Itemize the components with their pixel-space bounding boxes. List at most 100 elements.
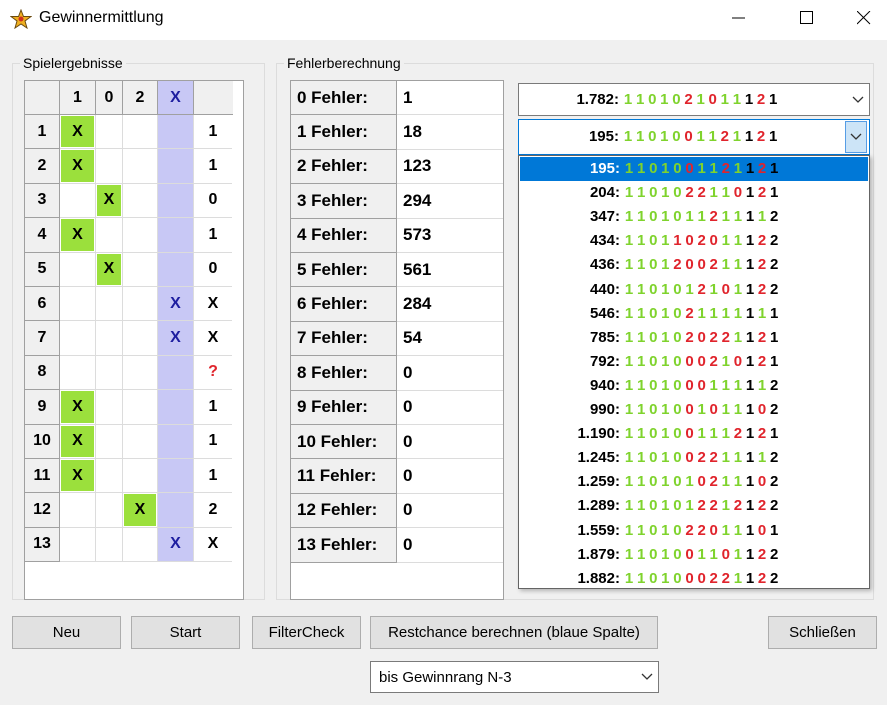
start-button[interactable]: Start	[131, 616, 240, 649]
dropdown-item[interactable]: 546: 1 1 0 1 0 2 1 1 1 1 1 1 1	[520, 302, 868, 326]
tipp-cell[interactable]	[60, 527, 96, 563]
tipp-cell[interactable]	[96, 115, 123, 150]
tipp-cell[interactable]	[158, 390, 194, 425]
dropdown-item[interactable]: 204: 1 1 0 1 0 2 2 1 1 0 1 2 1	[520, 181, 868, 205]
fehler-grid[interactable]: 0 Fehler: 1 1 Fehler: 18 2 Fehler: 123 3 Fehle…	[290, 80, 504, 600]
dropdown-item[interactable]: 347: 1 1 0 1 0 1 1 2 1 1 1 1 2	[520, 205, 868, 229]
tipp-cell[interactable]	[123, 218, 158, 253]
tipp-cell[interactable]	[158, 424, 194, 459]
tipp-cell[interactable]	[60, 493, 96, 528]
dropdown-item[interactable]: 990: 1 1 0 1 0 0 1 0 1 1 1 0 2	[520, 398, 868, 422]
tipp-cell[interactable]	[158, 252, 194, 287]
dropdown-item-digits: 1101022110121	[623, 184, 780, 201]
tipp-cell[interactable]	[96, 218, 123, 253]
tipp-cell[interactable]	[158, 115, 194, 150]
spielergebnisse-grid[interactable]: 1 0 2 X 1 X 1 2 X 1 3 X 0 4 X 1 5 X 0 6 X X 7 X X 8? 9 X 1 10 X 1 11 X 1 12…	[24, 80, 244, 600]
tipp-dropdown-list[interactable]: 195: 1 1 0 1 0 0 1 1 2 1 1 2 1 204: 1 1 0 1 0 2 2 1 1 0 1 2 1 347: 1 1…	[518, 155, 870, 589]
tipp-digit: 1	[733, 280, 743, 298]
app-star-icon	[10, 9, 32, 29]
tipp-cell[interactable]: X	[60, 115, 96, 150]
tipp-cell[interactable]	[60, 287, 96, 322]
tipp-cell[interactable]: X	[60, 149, 96, 184]
chevron-down-icon[interactable]	[636, 662, 658, 692]
dropdown-item[interactable]: 785: 1 1 0 1 0 2 0 2 2 1 1 2 1	[520, 326, 868, 350]
tipp-cell[interactable]: X	[60, 424, 96, 459]
neu-button[interactable]: Neu	[12, 616, 121, 649]
tipp-cell[interactable]	[123, 183, 158, 219]
tipp-cell[interactable]: X	[158, 287, 194, 322]
tipp-cell[interactable]	[158, 355, 194, 391]
tipp-cell[interactable]	[96, 527, 123, 563]
tipp-digit: 1	[635, 91, 645, 108]
column-header-x[interactable]: X	[158, 81, 194, 115]
tipp-cell[interactable]	[158, 218, 194, 253]
dropdown-item[interactable]: 1.259: 1 1 0 1 0 1 0 2 1 1 1 0 2	[520, 470, 868, 494]
tipp-cell[interactable]	[123, 390, 158, 425]
tipp-cell[interactable]	[60, 252, 96, 287]
column-header-1[interactable]: 1	[60, 81, 96, 115]
row-header: 8	[25, 355, 60, 391]
tipp-cell[interactable]	[123, 424, 158, 459]
tipp-cell[interactable]: X	[158, 321, 194, 356]
minimize-button[interactable]	[716, 0, 762, 36]
dropdown-item[interactable]: 792: 1 1 0 1 0 0 0 2 1 0 1 2 1	[520, 350, 868, 374]
tipp-cell[interactable]	[123, 459, 158, 494]
tipp-cell[interactable]	[123, 287, 158, 322]
tipp-cell[interactable]	[96, 390, 123, 425]
tipp-digit: 1	[624, 280, 634, 298]
close-button[interactable]	[841, 0, 887, 36]
tipp-cell[interactable]: X	[60, 459, 96, 494]
tipp-cell[interactable]	[96, 321, 123, 356]
tipp-cell[interactable]: X	[158, 527, 194, 563]
dropdown-item[interactable]: 436: 1 1 0 1 2 0 0 2 1 1 1 2 2	[520, 253, 868, 277]
maximize-button[interactable]	[784, 0, 830, 36]
dropdown-item[interactable]: 195: 1 1 0 1 0 0 1 1 2 1 1 2 1	[520, 157, 868, 181]
chevron-down-icon[interactable]	[847, 84, 869, 115]
tipp-cell[interactable]	[158, 459, 194, 494]
tipp-cell[interactable]	[123, 252, 158, 287]
dropdown-item[interactable]: 1.289: 1 1 0 1 0 1 2 2 1 2 1 2 2	[520, 494, 868, 518]
tipp-cell[interactable]: X	[96, 183, 123, 219]
tipp-cell[interactable]: X	[60, 218, 96, 253]
schliessen-button[interactable]: Schließen	[768, 616, 877, 649]
tipp-cell[interactable]	[123, 355, 158, 391]
dropdown-item[interactable]: 940: 1 1 0 1 0 0 0 1 1 1 1 1 2	[520, 374, 868, 398]
chevron-down-icon[interactable]	[845, 121, 867, 153]
tipp-cell[interactable]	[158, 183, 194, 219]
tipp-cell[interactable]	[96, 424, 123, 459]
tipp-cell[interactable]	[60, 321, 96, 356]
column-header-0[interactable]: 0	[96, 81, 123, 115]
dropdown-item[interactable]: 1.190: 1 1 0 1 0 0 1 1 1 2 1 2 1	[520, 422, 868, 446]
tipp-cell[interactable]	[96, 149, 123, 184]
tipp-cell[interactable]	[96, 459, 123, 494]
tipp-combo-1[interactable]: 1.782: 1101021011121	[518, 83, 870, 116]
tipp-cell[interactable]	[96, 287, 123, 322]
tipp-cell[interactable]	[158, 493, 194, 528]
dropdown-item[interactable]: 1.559: 1 1 0 1 0 2 2 0 1 1 1 0 1	[520, 519, 868, 543]
tipp-cell[interactable]	[60, 183, 96, 219]
gewinnrang-select[interactable]: bis Gewinnrang N-3	[370, 661, 659, 693]
tipp-cell[interactable]	[96, 493, 123, 528]
tipp-cell[interactable]: X	[96, 252, 123, 287]
dropdown-item[interactable]: 1.882: 1 1 0 1 0 0 0 2 2 1 1 2 2	[520, 567, 868, 591]
tipp-cell[interactable]	[123, 527, 158, 563]
tipp-combo-2[interactable]: 195: 1101001121121	[518, 119, 870, 155]
tipp-cell[interactable]	[123, 115, 158, 150]
tipp-cell[interactable]	[60, 355, 96, 391]
dropdown-item[interactable]: 440: 1 1 0 1 0 1 2 1 0 1 1 2 2	[520, 278, 868, 302]
dropdown-item[interactable]: 434: 1 1 0 1 1 0 2 0 1 1 1 2 2	[520, 229, 868, 253]
filtercheck-button[interactable]: FilterCheck	[252, 616, 361, 649]
tipp-cell[interactable]	[123, 149, 158, 184]
dropdown-item[interactable]: 1.245: 1 1 0 1 0 0 2 2 1 1 1 1 2	[520, 446, 868, 470]
tipp-digit: 0	[708, 91, 717, 108]
column-header-2[interactable]: 2	[123, 81, 158, 115]
restchance-button[interactable]: Restchance berechnen (blaue Spalte)	[370, 616, 658, 649]
tipp-cell[interactable]	[123, 321, 158, 356]
fehler-count: 0	[397, 356, 503, 391]
dropdown-item-number: 1.190:	[577, 425, 620, 443]
tipp-cell[interactable]: X	[123, 493, 158, 528]
tipp-cell[interactable]	[158, 149, 194, 184]
tipp-cell[interactable]	[96, 355, 123, 391]
tipp-cell[interactable]: X	[60, 390, 96, 425]
dropdown-item[interactable]: 1.879: 1 1 0 1 0 0 1 1 0 1 1 2 2	[520, 543, 868, 567]
